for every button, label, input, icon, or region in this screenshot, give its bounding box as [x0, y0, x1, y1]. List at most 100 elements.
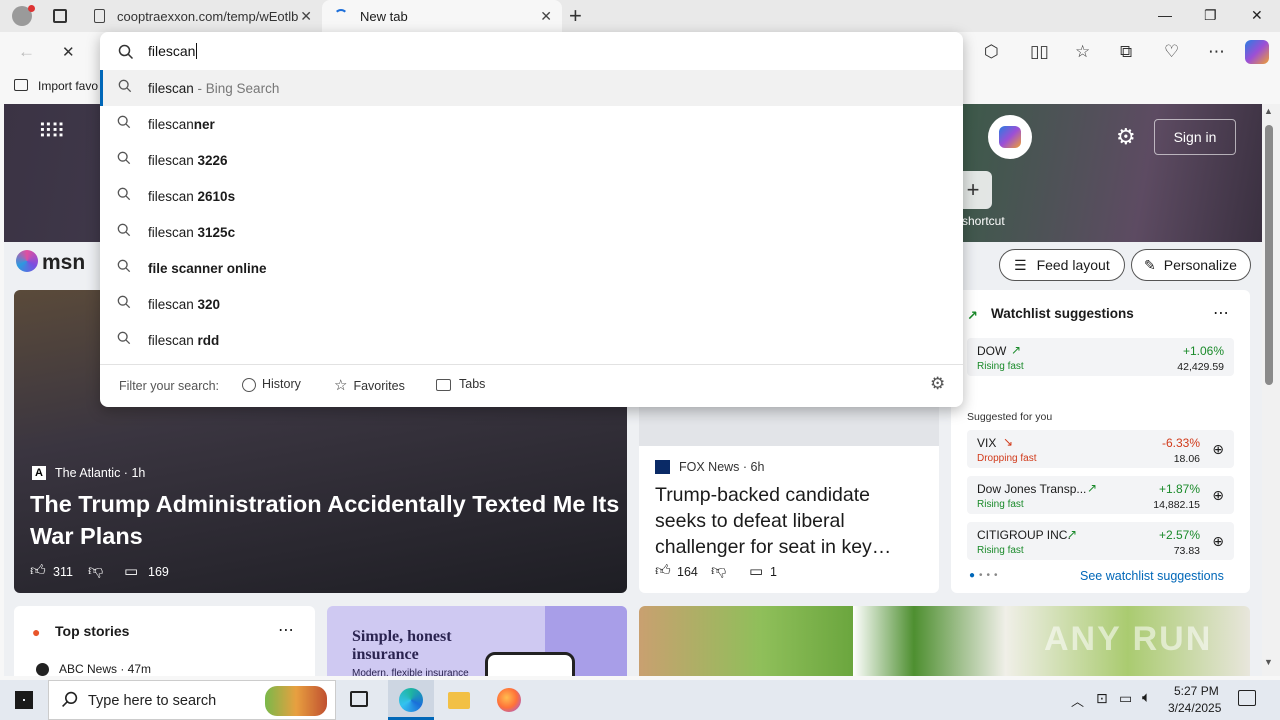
tab-actions-icon[interactable]	[53, 9, 67, 23]
back-icon[interactable]: ←	[18, 42, 35, 62]
carousel-dots[interactable]: ●•••	[969, 570, 1002, 581]
suggestion-item[interactable]: filescan 3226	[100, 142, 963, 178]
tab-new-tab[interactable]: New tab ✕	[322, 0, 562, 32]
import-favorites-link[interactable]: Import favo	[38, 79, 98, 93]
suggestion-text: filescan	[148, 152, 198, 168]
like-icon[interactable]: 👍︎	[655, 562, 671, 580]
stop-loading-icon[interactable]: ✕	[62, 43, 75, 61]
file-explorer-icon[interactable]	[448, 692, 470, 709]
personalize-button[interactable]: ✎ Personalize	[1131, 249, 1251, 281]
dislike-icon[interactable]: 👎︎	[711, 562, 726, 580]
add-ticker-icon[interactable]: ⊕	[1212, 441, 1224, 458]
scroll-down-arrow[interactable]: ▼	[1264, 657, 1273, 667]
filter-label: Filter your search:	[119, 379, 220, 393]
restore-button[interactable]: ❐	[1204, 7, 1217, 24]
story-headline[interactable]: Trump-backed candidate seeks to defeat l…	[655, 482, 923, 560]
see-watchlist-link[interactable]: See watchlist suggestions	[1080, 569, 1224, 583]
sign-in-button[interactable]: Sign in	[1154, 119, 1236, 155]
ticker-name: CITIGROUP INC.	[977, 528, 1071, 542]
trend-up-icon: ↗	[1011, 343, 1022, 357]
loading-icon	[334, 9, 348, 23]
ticker-value: 42,429.59	[1177, 361, 1224, 373]
suggestion-item[interactable]: filescanner	[100, 106, 963, 142]
watchlist-row-dow-transports[interactable]: Dow Jones Transp... ↗ Rising fast +1.87%…	[967, 476, 1234, 514]
suggestion-completion: 320	[197, 296, 221, 312]
more-options-icon[interactable]: ⋯	[1213, 303, 1229, 323]
tab-exxon[interactable]: cooptraexxon.com/temp/wEotlb ✕	[84, 0, 322, 32]
suggestion-text: filescan	[148, 332, 198, 348]
copilot-icon[interactable]	[1245, 40, 1269, 64]
msn-logo[interactable]: msn	[42, 251, 85, 275]
import-icon	[14, 79, 28, 91]
ticker-change: +1.87%	[1158, 482, 1200, 496]
watchlist-row-dow[interactable]: DOW ↗ Rising fast +1.06% 42,429.59	[967, 338, 1234, 376]
top-stories-title: Top stories	[55, 623, 130, 639]
suggestion-item[interactable]: filescan 320	[100, 286, 963, 322]
ticker-status: Rising fast	[977, 361, 1024, 372]
task-view-icon[interactable]	[350, 691, 368, 707]
close-tab-icon[interactable]: ✕	[300, 8, 312, 25]
history-filter-button[interactable]: History	[242, 377, 301, 392]
tab-label: cooptraexxon.com/temp/wEotlb	[117, 8, 299, 24]
windows-start-icon[interactable]	[15, 691, 33, 709]
feed-layout-button[interactable]: ☰ Feed layout	[999, 249, 1125, 281]
minimize-button[interactable]: —	[1158, 7, 1172, 23]
like-count: 164	[677, 565, 698, 579]
network-icon[interactable]: ▭	[1119, 690, 1132, 707]
favorites-filter-button[interactable]: ☆ Favorites	[334, 376, 405, 394]
clock-time[interactable]: 5:27 PM	[1174, 684, 1219, 698]
apps-grid-icon[interactable]: ⠿⠿	[38, 122, 65, 142]
dislike-icon[interactable]: 👎︎	[88, 562, 103, 580]
suggestion-item[interactable]: filescan 3125c	[100, 214, 963, 250]
scrollbar-thumb[interactable]	[1265, 125, 1273, 385]
clock-date[interactable]: 3/24/2025	[1168, 701, 1221, 715]
add-ticker-icon[interactable]: ⊕	[1212, 533, 1224, 550]
suggestion-item[interactable]: filescan rdd	[100, 322, 963, 358]
history-filter-label: History	[262, 377, 301, 391]
sliders-icon: ☰	[1014, 256, 1027, 273]
extensions-icon[interactable]: ⬡	[984, 42, 999, 62]
collections-icon[interactable]: ⧉	[1120, 42, 1132, 62]
show-hidden-icons[interactable]: ︿	[1071, 691, 1084, 710]
scroll-up-arrow[interactable]: ▲	[1264, 106, 1273, 116]
network-status-icon[interactable]: ⊡	[1096, 690, 1108, 707]
settings-icon[interactable]: ⚙	[1116, 124, 1136, 150]
insurance-ad-card[interactable]: Simple, honest insurance Modern, flexibl…	[327, 606, 627, 676]
split-screen-icon[interactable]: ▯▯	[1030, 42, 1049, 62]
search-icon	[118, 44, 134, 60]
window-close-button[interactable]: ✕	[1251, 7, 1263, 24]
address-bar-dropdown: filescan filescan - Bing Search filescan…	[100, 32, 963, 407]
suggestion-item[interactable]: filescan 2610s	[100, 178, 963, 214]
close-tab-icon[interactable]: ✕	[540, 8, 552, 25]
favorites-star-icon[interactable]: ☆	[1075, 42, 1090, 62]
volume-icon[interactable]: 🔈︎	[1142, 689, 1151, 706]
taskbar-search-placeholder: Type here to search	[88, 693, 217, 709]
new-tab-button[interactable]: +	[569, 3, 582, 29]
notifications-icon[interactable]	[1238, 690, 1256, 706]
ticker-value: 18.06	[1173, 453, 1200, 465]
edge-logo	[399, 688, 423, 712]
firefox-icon[interactable]	[497, 688, 521, 712]
comment-icon[interactable]: ▭	[749, 562, 763, 580]
suggestion-completion: file scanner online	[148, 260, 267, 276]
tabs-filter-button[interactable]: Tabs	[436, 377, 485, 391]
more-menu-icon[interactable]: ⋯	[1208, 42, 1225, 62]
suggestion-item[interactable]: file scanner online	[100, 250, 963, 286]
more-options-icon[interactable]: ⋯	[278, 620, 294, 640]
feed-layout-label: Feed layout	[1036, 257, 1110, 273]
suggestion-text: filescan	[148, 188, 198, 204]
comment-icon[interactable]: ▭	[124, 562, 138, 580]
watchlist-row-vix[interactable]: VIX ↘ Dropping fast -6.33% 18.06 ⊕	[967, 430, 1234, 468]
taskbar-search-box[interactable]: Type here to search	[48, 680, 336, 720]
like-icon[interactable]: 👍︎	[30, 562, 46, 580]
story-headline[interactable]: The Trump Administration Accidentally Te…	[30, 488, 620, 552]
watchlist-row-citigroup[interactable]: CITIGROUP INC. ↗ Rising fast +2.57% 73.8…	[967, 522, 1234, 560]
tab-label: New tab	[360, 8, 408, 24]
add-ticker-icon[interactable]: ⊕	[1212, 487, 1224, 504]
fire-icon: ●	[32, 624, 41, 640]
performance-icon[interactable]: ♡	[1164, 42, 1179, 62]
suggestion-item[interactable]: filescan - Bing Search	[100, 70, 963, 106]
page-icon	[94, 9, 105, 23]
search-settings-icon[interactable]: ⚙	[930, 374, 945, 394]
address-input[interactable]: filescan	[148, 43, 198, 59]
